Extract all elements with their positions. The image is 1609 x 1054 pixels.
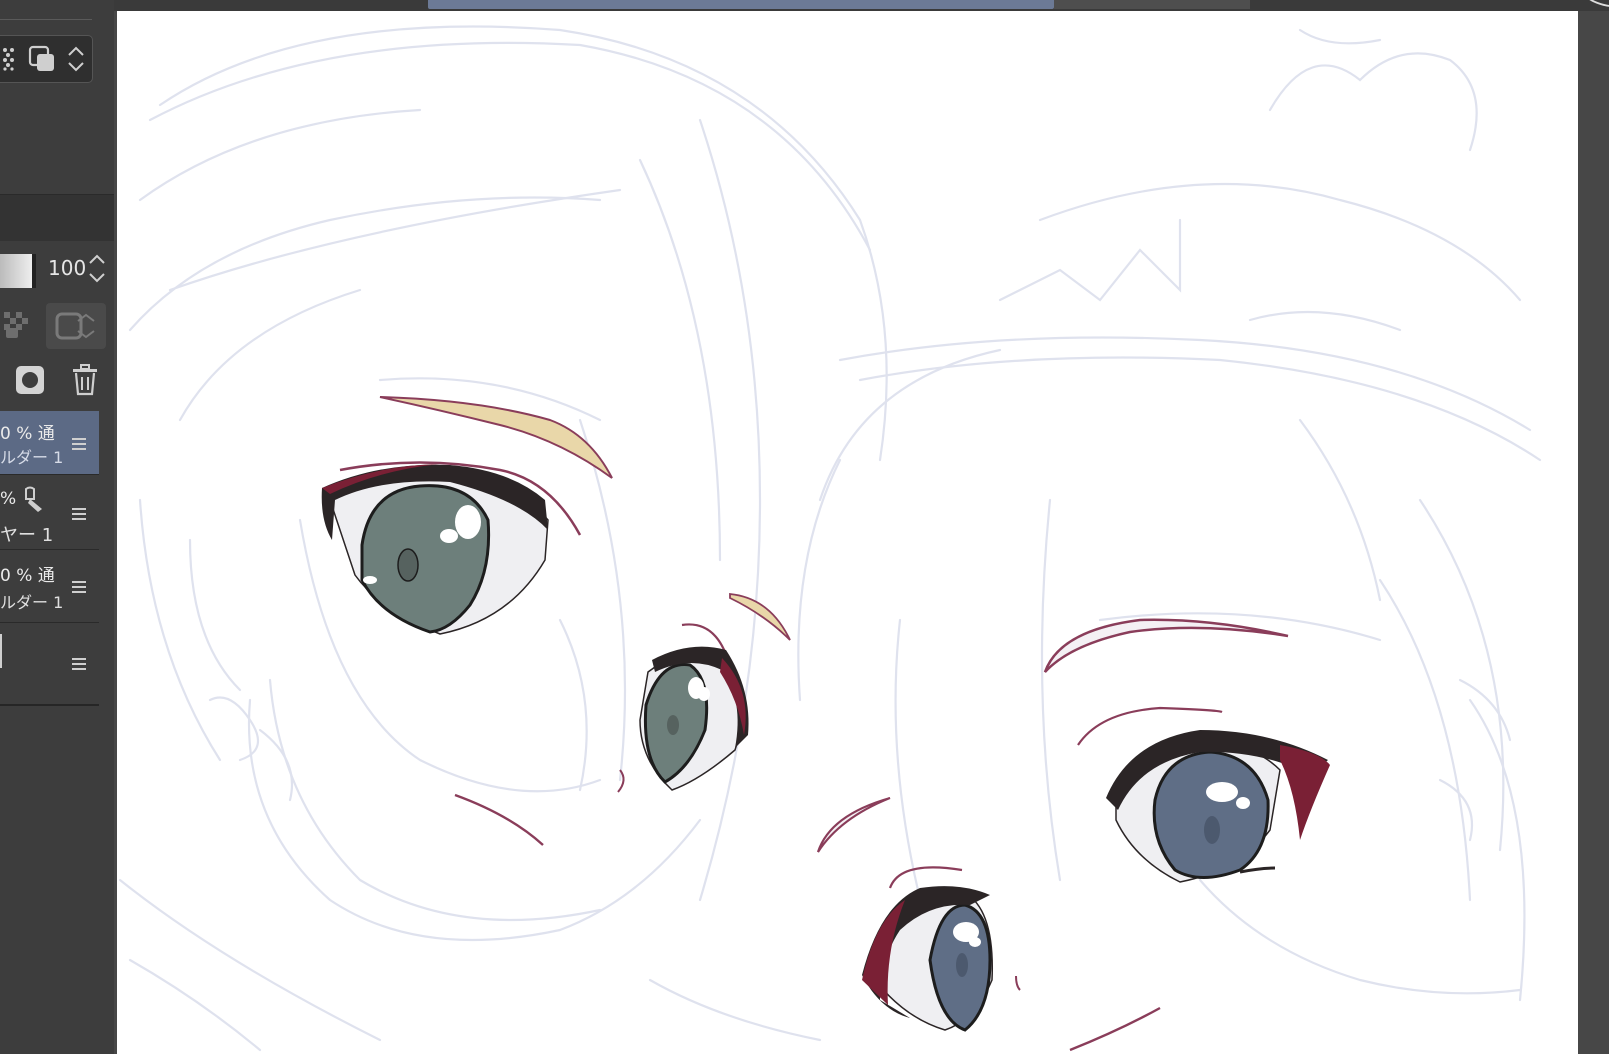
eye-1 [321,396,613,635]
active-canvas-tab[interactable] [428,0,1054,9]
reference-layer-icon [55,312,95,340]
opacity-slider[interactable] [0,254,36,288]
panel-header-bar [0,194,114,241]
opacity-spinner-icon[interactable] [88,252,106,286]
drawing-canvas[interactable] [117,11,1578,1054]
eye-4 [816,796,1161,1052]
opacity-value[interactable]: 100 [48,256,86,280]
layer-menu-icon[interactable] [72,438,86,450]
layer-menu-icon[interactable] [72,581,86,593]
layer-copy-icon[interactable] [28,45,56,73]
layer-row-paper[interactable] [0,624,99,706]
canvas-gutter [1578,11,1609,1054]
layer-row-layer-1[interactable]: % ヤー 1 [0,476,99,550]
navigator-button[interactable] [1582,0,1609,8]
layer-name: ルダー 1 [0,448,64,467]
sketch-lines [118,25,1542,1052]
layer-name: ヤー 1 [0,525,54,546]
layer-info: % [0,489,17,509]
left-panel: 100 0 % 通 ルダー 1 % ヤー 1 0 % 通 ルダー 1 [0,0,114,1054]
lock-transparent-icon[interactable] [2,310,32,340]
canvas-tab-strip [114,0,1609,11]
layer-name: ルダー 1 [0,593,64,612]
layer-info: 0 % 通 [0,424,55,444]
reference-layer-button[interactable] [46,303,106,349]
spinner-icon[interactable] [66,45,86,73]
tool-property-row [0,35,93,83]
artwork [118,25,1542,1052]
layer-row-folder-2[interactable]: 0 % 通 ルダー 1 [0,551,99,623]
pen-layer-icon [25,486,42,512]
layer-thumbnail-edge [0,634,2,668]
delete-icon[interactable] [71,364,99,396]
dither-icon[interactable] [2,47,16,71]
eye-3 [1043,618,1330,883]
layer-info: 0 % 通 [0,566,55,586]
panel-divider [0,19,92,20]
layer-row-folder-1[interactable]: 0 % 通 ルダー 1 [0,411,99,475]
mask-icon[interactable] [14,364,46,396]
layer-menu-icon[interactable] [72,658,86,670]
layer-menu-icon[interactable] [72,508,86,520]
canvas-tab[interactable] [1054,0,1250,9]
